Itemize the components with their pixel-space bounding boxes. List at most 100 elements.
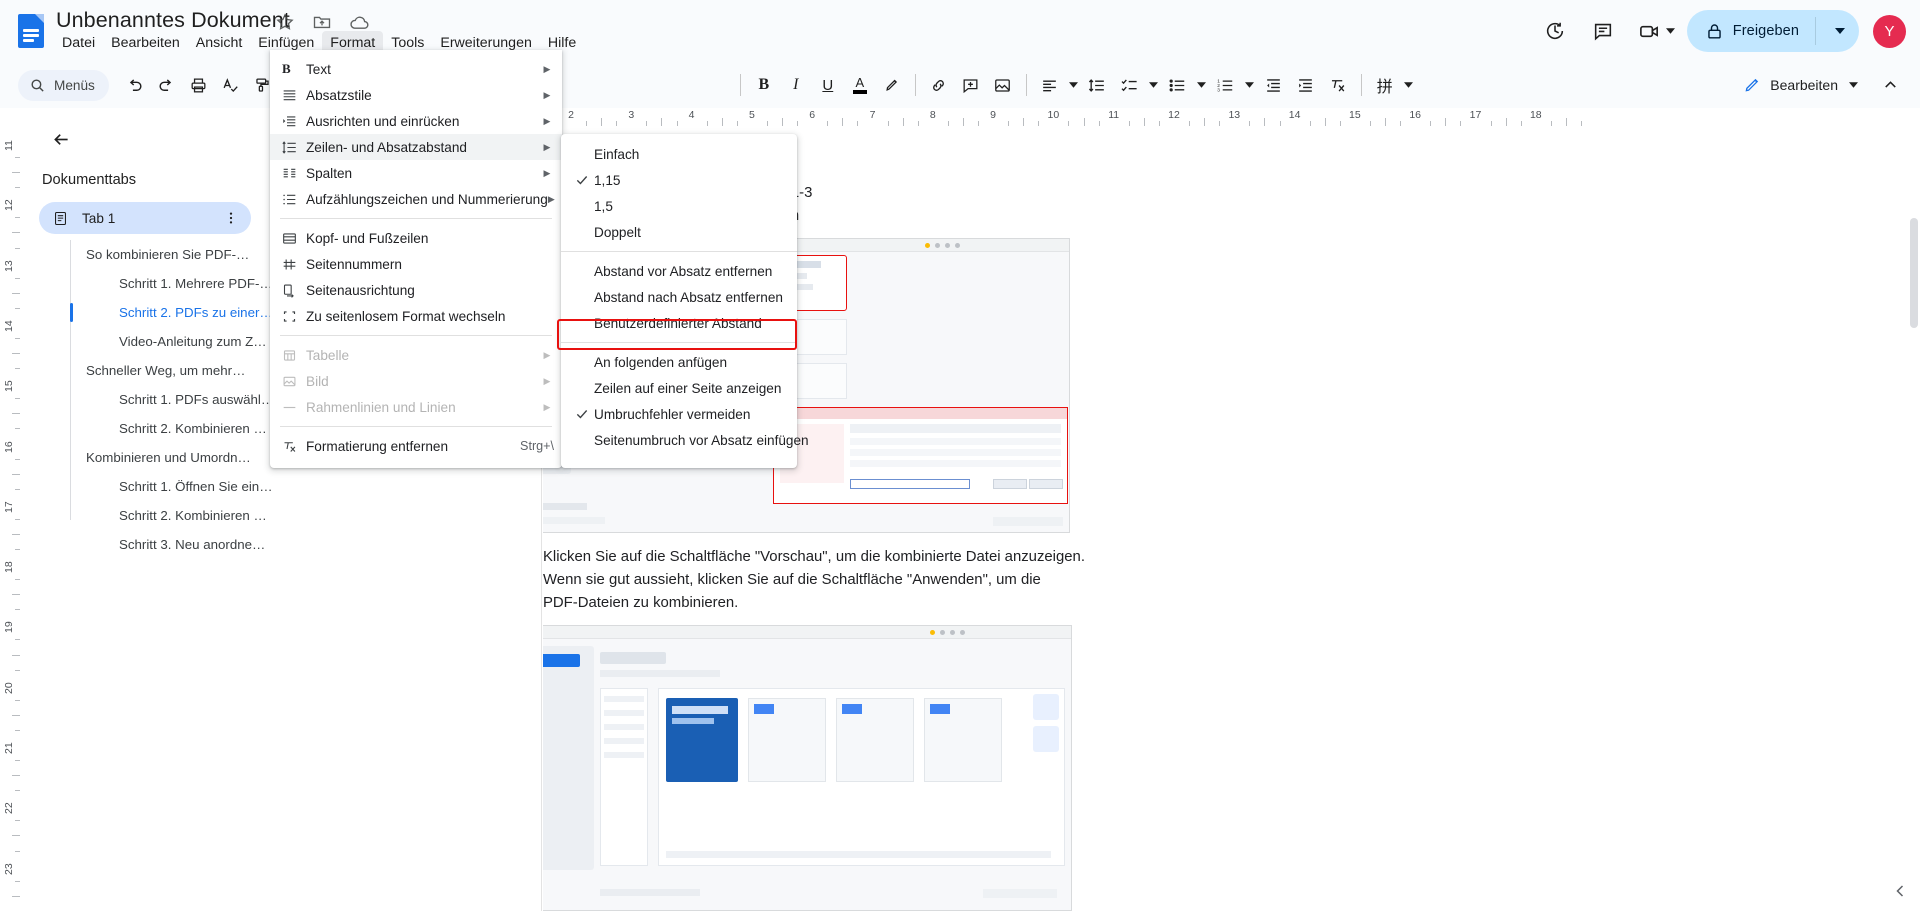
sidebar-tab-1[interactable]: Tab 1 bbox=[39, 202, 251, 234]
share-button[interactable]: Freigeben bbox=[1686, 10, 1859, 52]
submenu-item-umbruchfehler-vermeiden[interactable]: Umbruchfehler vermeiden bbox=[561, 401, 797, 427]
menus-search-button[interactable]: Menüs bbox=[18, 69, 109, 101]
ruler-tick bbox=[12, 594, 20, 596]
submenu-item-zeilen-auf-einer-seite[interactable]: Zeilen auf einer Seite anzeigen bbox=[561, 375, 797, 401]
numbered-list-icon[interactable]: 1 2 3 bbox=[1210, 69, 1242, 101]
outline-item[interactable]: Schritt 1. PDFs auswähl… bbox=[39, 385, 289, 414]
ruler-tick bbox=[1581, 121, 1583, 126]
numbered-list-dropdown-caret[interactable] bbox=[1242, 69, 1258, 101]
editing-mode-button[interactable]: Bearbeiten bbox=[1729, 68, 1872, 102]
outline-item[interactable]: Schritt 2. Kombinieren … bbox=[39, 501, 289, 530]
chevron-right-icon: ▶ bbox=[543, 401, 551, 412]
move-to-folder-icon[interactable] bbox=[312, 12, 333, 33]
ruler-tick bbox=[15, 368, 20, 370]
format-menu[interactable]: B Text ▶ Absatzstile ▶ Ausrichten und ei… bbox=[270, 50, 562, 468]
align-dropdown-caret[interactable] bbox=[1066, 69, 1082, 101]
cloud-saved-icon[interactable] bbox=[349, 12, 370, 33]
ruler-tick bbox=[15, 187, 20, 189]
undo-icon[interactable] bbox=[119, 69, 151, 101]
format-menu-item-seitennummern[interactable]: Seitennummern bbox=[270, 251, 562, 277]
format-menu-item-zeilenabstand[interactable]: Zeilen- und Absatzabstand ▶ bbox=[270, 134, 562, 160]
more-vertical-icon[interactable] bbox=[221, 206, 241, 230]
ruler-tick bbox=[1068, 121, 1070, 126]
format-menu-item-text[interactable]: B Text ▶ bbox=[270, 56, 562, 82]
explore-button[interactable] bbox=[1886, 877, 1914, 905]
highlight-icon[interactable] bbox=[876, 69, 908, 101]
redo-icon[interactable] bbox=[151, 69, 183, 101]
spellcheck-icon[interactable] bbox=[215, 69, 247, 101]
outline-item-active[interactable]: Schritt 2. PDFs zu einer… bbox=[39, 298, 289, 327]
star-icon[interactable] bbox=[275, 12, 296, 33]
document-title[interactable]: Unbenanntes Dokument bbox=[56, 8, 290, 33]
bold-icon[interactable]: B bbox=[748, 69, 780, 101]
format-menu-item-formatierung-entfernen[interactable]: Formatierung entfernen Strg+\ bbox=[270, 433, 562, 459]
italic-icon[interactable]: I bbox=[780, 69, 812, 101]
bulleted-list-icon[interactable] bbox=[1162, 69, 1194, 101]
format-menu-item-ausrichten[interactable]: Ausrichten und einrücken ▶ bbox=[270, 108, 562, 134]
submenu-item-seitenumbruch-vor-absatz[interactable]: Seitenumbruch vor Absatz einfügen bbox=[561, 427, 809, 453]
submenu-item-an-folgenden-anfuegen[interactable]: An folgenden anfügen bbox=[561, 349, 797, 375]
outline-item[interactable]: So kombinieren Sie PDF-… bbox=[39, 240, 289, 269]
add-comment-icon[interactable] bbox=[955, 69, 987, 101]
version-history-icon[interactable] bbox=[1534, 10, 1576, 52]
checklist-icon[interactable] bbox=[1114, 69, 1146, 101]
ruler-tick bbox=[15, 579, 20, 581]
outline-item[interactable]: Schritt 2. Kombinieren … bbox=[39, 414, 289, 443]
vertical-ruler[interactable]: 1112131415161718192021222324 bbox=[0, 128, 22, 911]
input-tools-dropdown-caret[interactable] bbox=[1401, 69, 1417, 101]
format-menu-item-spalten[interactable]: Spalten ▶ bbox=[270, 160, 562, 186]
format-menu-item-aufzaehlung[interactable]: Aufzählungszeichen und Nummerierung ▶ bbox=[270, 186, 562, 212]
collapse-toolbar-icon[interactable] bbox=[1874, 69, 1906, 101]
outline-item[interactable]: Schritt 1. Mehrere PDF-… bbox=[39, 269, 289, 298]
print-icon[interactable] bbox=[183, 69, 215, 101]
format-menu-item-seitenausrichtung[interactable]: Seitenausrichtung bbox=[270, 277, 562, 303]
comment-history-icon[interactable] bbox=[1582, 10, 1624, 52]
ruler-tick bbox=[15, 428, 20, 430]
sidebar-back-button[interactable] bbox=[42, 120, 80, 158]
checklist-dropdown-caret[interactable] bbox=[1146, 69, 1162, 101]
format-menu-item-kopfzeilen[interactable]: Kopf- und Fußzeilen bbox=[270, 225, 562, 251]
google-docs-logo[interactable] bbox=[14, 12, 48, 54]
ruler-tick bbox=[12, 473, 20, 475]
line-spacing-submenu[interactable]: Einfach 1,15 1,5 Doppelt Abstand vor Abs… bbox=[561, 134, 809, 468]
page-orientation-icon bbox=[278, 283, 306, 298]
line-spacing-icon[interactable] bbox=[1082, 69, 1114, 101]
underline-icon[interactable]: U bbox=[812, 69, 844, 101]
submenu-item-einfach[interactable]: Einfach bbox=[561, 141, 797, 167]
submenu-item-abstand-vor[interactable]: Abstand vor Absatz entfernen bbox=[561, 258, 797, 284]
bulleted-list-dropdown-caret[interactable] bbox=[1194, 69, 1210, 101]
outline-active-marker bbox=[70, 303, 73, 322]
format-menu-item-absatzstile[interactable]: Absatzstile ▶ bbox=[270, 82, 562, 108]
outline-item[interactable]: Kombinieren und Umordn… bbox=[39, 443, 289, 472]
align-icon[interactable] bbox=[1034, 69, 1066, 101]
outline-item[interactable]: Schneller Weg, um mehr… bbox=[39, 356, 289, 385]
outline-item[interactable]: Schritt 1. Öffnen Sie ein… bbox=[39, 472, 289, 501]
ruler-tick bbox=[12, 232, 20, 234]
menu-bearbeiten[interactable]: Bearbeiten bbox=[103, 31, 188, 55]
share-dropdown-caret[interactable] bbox=[1825, 28, 1855, 34]
google-meet-button[interactable] bbox=[1630, 10, 1681, 52]
submenu-item-doppelt[interactable]: Doppelt bbox=[561, 219, 797, 245]
input-tools-icon[interactable]: 拼 bbox=[1369, 69, 1401, 101]
vertical-scrollbar[interactable] bbox=[1910, 218, 1918, 328]
menu-ansicht[interactable]: Ansicht bbox=[188, 31, 251, 55]
ruler-tick bbox=[1385, 118, 1387, 126]
ruler-tick-label: 18 bbox=[3, 561, 15, 574]
clear-formatting-icon[interactable] bbox=[1322, 69, 1354, 101]
horizontal-ruler[interactable]: 2 3 4 5 6 7 8 9 10 11 12 13 14 15 16 17 18 bbox=[554, 108, 1920, 128]
increase-indent-icon[interactable] bbox=[1290, 69, 1322, 101]
text-color-icon[interactable]: A bbox=[844, 69, 876, 101]
insert-image-icon[interactable] bbox=[987, 69, 1019, 101]
avatar[interactable]: Y bbox=[1873, 14, 1906, 48]
decrease-indent-icon[interactable] bbox=[1258, 69, 1290, 101]
link-icon[interactable] bbox=[923, 69, 955, 101]
submenu-item-115[interactable]: 1,15 bbox=[561, 167, 797, 193]
submenu-item-benutzerdefinierter-abstand[interactable]: Benutzerdefinierter Abstand bbox=[561, 310, 797, 336]
outline-item[interactable]: Video-Anleitung zum Z… bbox=[39, 327, 289, 356]
menu-datei[interactable]: Datei bbox=[54, 31, 103, 55]
document-image-2[interactable] bbox=[543, 625, 1072, 911]
submenu-item-15[interactable]: 1,5 bbox=[561, 193, 797, 219]
format-menu-item-seitenlos[interactable]: Zu seitenlosem Format wechseln bbox=[270, 303, 562, 329]
outline-item[interactable]: Schritt 3. Neu anordne… bbox=[39, 530, 289, 559]
submenu-item-abstand-nach[interactable]: Abstand nach Absatz entfernen bbox=[561, 284, 797, 310]
